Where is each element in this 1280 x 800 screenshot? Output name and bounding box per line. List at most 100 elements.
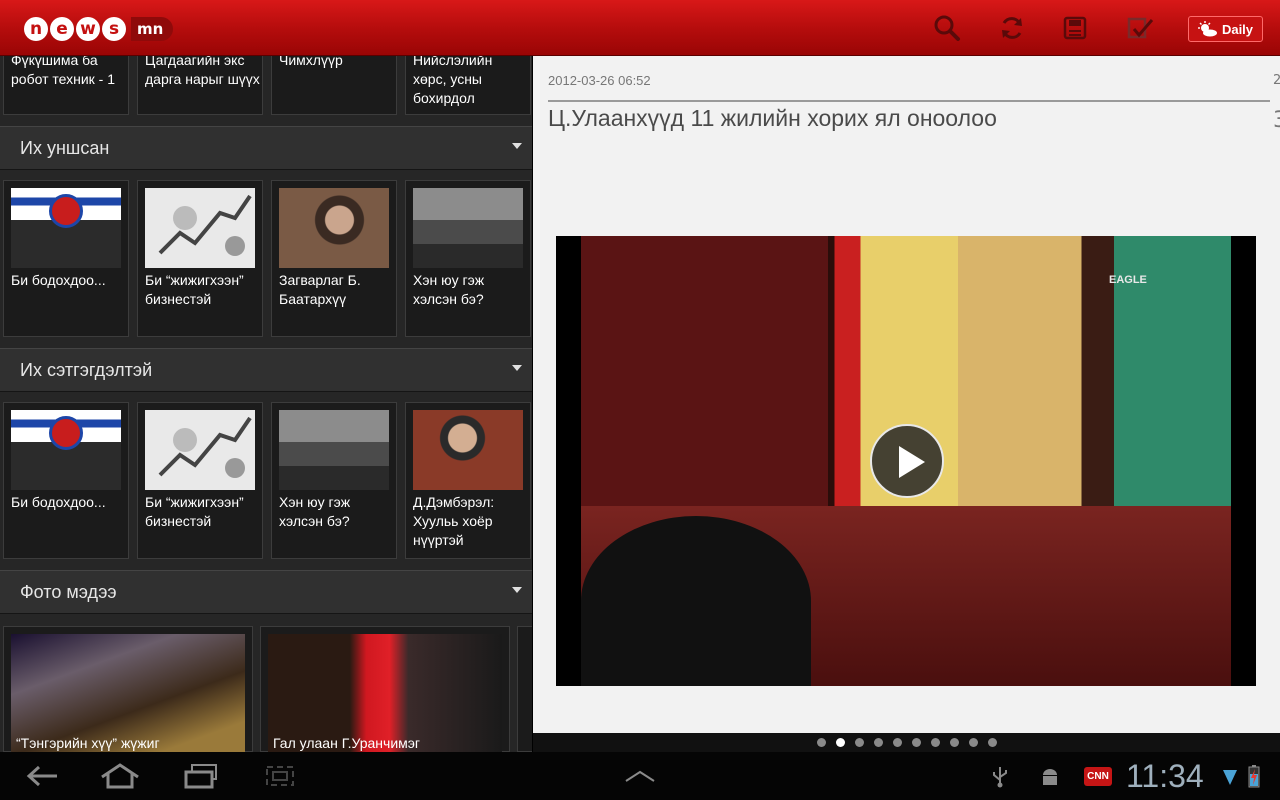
next-article-peek: 2 [1273, 73, 1280, 88]
section-header-photo-news[interactable]: Фото мэдээ [0, 570, 532, 614]
news-thumbnail [279, 188, 389, 268]
photo-tile[interactable]: Гал улаан Г.Уранчимэг [260, 626, 510, 752]
daily-label: Daily [1221, 21, 1254, 37]
news-tile[interactable]: Чимхлүүр [271, 56, 397, 115]
page-dot[interactable] [987, 738, 997, 747]
news-tile-caption: Чимхлүүр [279, 56, 343, 68]
news-tile-caption: Нийслэлийн хөрс, усны бохирдол [413, 56, 493, 106]
news-tile[interactable]: Хэн юу гэж хэлсэн бэ? [405, 180, 531, 337]
section-title: Их уншсан [20, 138, 110, 158]
logo-letter: w [76, 17, 100, 41]
video-frame-shadow [581, 516, 811, 686]
newsmn-logo[interactable]: n e w s mn [24, 15, 174, 43]
news-tile[interactable]: Загварлаг Б. Баатархүү [271, 180, 397, 337]
news-tile-caption: Д.Дэмбэрэл: Хуульь хоёр нүүртэй [413, 494, 495, 548]
news-tile-caption: Би “жижигхээн” бизнестэй [145, 494, 244, 529]
news-thumbnail [413, 188, 523, 268]
news-tile[interactable]: Д.Дэмбэрэл: Хуульь хоёр нүүртэй [405, 402, 531, 559]
news-tile[interactable]: Хэн юу гэж хэлсэн бэ? [271, 402, 397, 559]
wifi-icon [1223, 770, 1237, 785]
photo-tile[interactable]: “Тэнгэрийн хүү” жүжиг [3, 626, 253, 752]
refresh-icon [1002, 17, 1022, 39]
home-button[interactable] [98, 760, 142, 792]
logo-letter: s [102, 17, 126, 41]
edit-button[interactable] [1124, 12, 1156, 44]
chevron-up-icon [625, 770, 655, 782]
news-list-pane[interactable]: Фүкүшима ба робот техник - 1 Цагдаагийн … [0, 56, 532, 752]
save-button[interactable] [1059, 12, 1091, 44]
menu-up-button[interactable] [620, 760, 660, 792]
page-dot[interactable] [816, 738, 826, 747]
back-arrow-icon [26, 765, 57, 787]
page-dot[interactable] [930, 738, 940, 747]
play-button[interactable] [870, 424, 944, 498]
refresh-button[interactable] [996, 12, 1028, 44]
news-thumbnail [145, 410, 255, 490]
system-navigation-bar: CNN 11:34 [0, 752, 1280, 800]
page-dot[interactable] [854, 738, 864, 747]
section-header-most-read[interactable]: Их уншсан [0, 126, 532, 170]
screenshot-icon [266, 766, 294, 786]
news-tile[interactable]: Би “жижигхээн” бизнестэй [137, 180, 263, 337]
news-thumbnail [145, 188, 255, 268]
clock[interactable]: 11:34 [1126, 758, 1204, 795]
daily-button[interactable]: Daily [1188, 16, 1263, 42]
news-thumbnail [279, 410, 389, 490]
photo-tile-caption: “Тэнгэрийн хүү” жүжиг [16, 735, 160, 751]
page-dot[interactable] [911, 738, 921, 747]
page-dot[interactable] [835, 738, 845, 747]
news-tile-caption: Загварлаг Б. Баатархүү [279, 272, 361, 307]
news-tile[interactable]: Фүкүшима ба робот техник - 1 [3, 56, 129, 115]
home-icon [101, 763, 139, 789]
wifi-status[interactable] [1222, 760, 1238, 792]
battery-icon [1248, 765, 1260, 788]
usb-status[interactable] [988, 760, 1012, 792]
recent-apps-icon [184, 764, 217, 789]
news-tile-caption: Хэн юу гэж хэлсэн бэ? [413, 272, 485, 307]
save-icon [1063, 16, 1087, 40]
dropdown-arrow-icon [512, 143, 522, 149]
page-dot[interactable] [949, 738, 959, 747]
logo-letter: n [24, 17, 48, 41]
action-bar: n e w s mn Daily [0, 0, 1280, 56]
section-title: Их сэтгэгдэлтэй [20, 360, 153, 380]
recent-apps-button[interactable] [181, 760, 221, 792]
section-header-most-commented[interactable]: Их сэтгэгдэлтэй [0, 348, 532, 392]
next-article-peek: 3 [1273, 108, 1280, 133]
news-tile-caption: Фүкүшима ба робот техник - 1 [11, 56, 116, 87]
page-dot[interactable] [892, 738, 902, 747]
news-thumbnail [11, 188, 121, 268]
video-watermark: EAGLE [1109, 274, 1147, 286]
article-pane[interactable]: 2012-03-26 06:52 Ц.Улаанхүүд 11 жилийн х… [533, 56, 1280, 733]
logo-tld: mn [131, 17, 174, 41]
news-tile[interactable]: Нийслэлийн хөрс, усны бохирдол [405, 56, 531, 115]
search-button[interactable] [931, 12, 963, 44]
android-debug-status[interactable] [1036, 760, 1064, 792]
news-tile-caption: Хэн юу гэж хэлсэн бэ? [279, 494, 351, 529]
edit-icon [1127, 17, 1154, 39]
page-dot[interactable] [968, 738, 978, 747]
battery-status[interactable] [1246, 760, 1262, 792]
android-icon [1043, 769, 1057, 785]
news-tile[interactable]: Би бодохдоо... [3, 180, 129, 337]
sun-cloud-icon [1197, 21, 1217, 37]
photo-tile[interactable] [517, 626, 532, 752]
news-tile-caption: Би “жижигхээн” бизнестэй [145, 272, 244, 307]
news-tile[interactable]: Би бодохдоо... [3, 402, 129, 559]
news-tile[interactable]: Цагдаагийн экс дарга нарыг шүүх [137, 56, 263, 115]
page-indicator [533, 733, 1280, 752]
news-tile-caption: Би бодохдоо... [11, 272, 106, 288]
article-headline: Ц.Улаанхүүд 11 жилийн хорих ял оноолоо [548, 105, 997, 131]
cnn-notification[interactable]: CNN [1084, 760, 1112, 792]
section-title: Фото мэдээ [20, 582, 117, 602]
page-dot[interactable] [873, 738, 883, 747]
news-tile[interactable]: Би “жижигхээн” бизнестэй [137, 402, 263, 559]
logo-letter: e [50, 17, 74, 41]
back-button[interactable] [22, 760, 62, 792]
screenshot-button[interactable] [260, 760, 300, 792]
usb-icon [993, 767, 1007, 788]
article-date: 2012-03-26 06:52 [548, 73, 651, 88]
news-thumbnail [11, 410, 121, 490]
divider [548, 100, 1270, 102]
video-player[interactable]: EAGLE [556, 236, 1256, 686]
